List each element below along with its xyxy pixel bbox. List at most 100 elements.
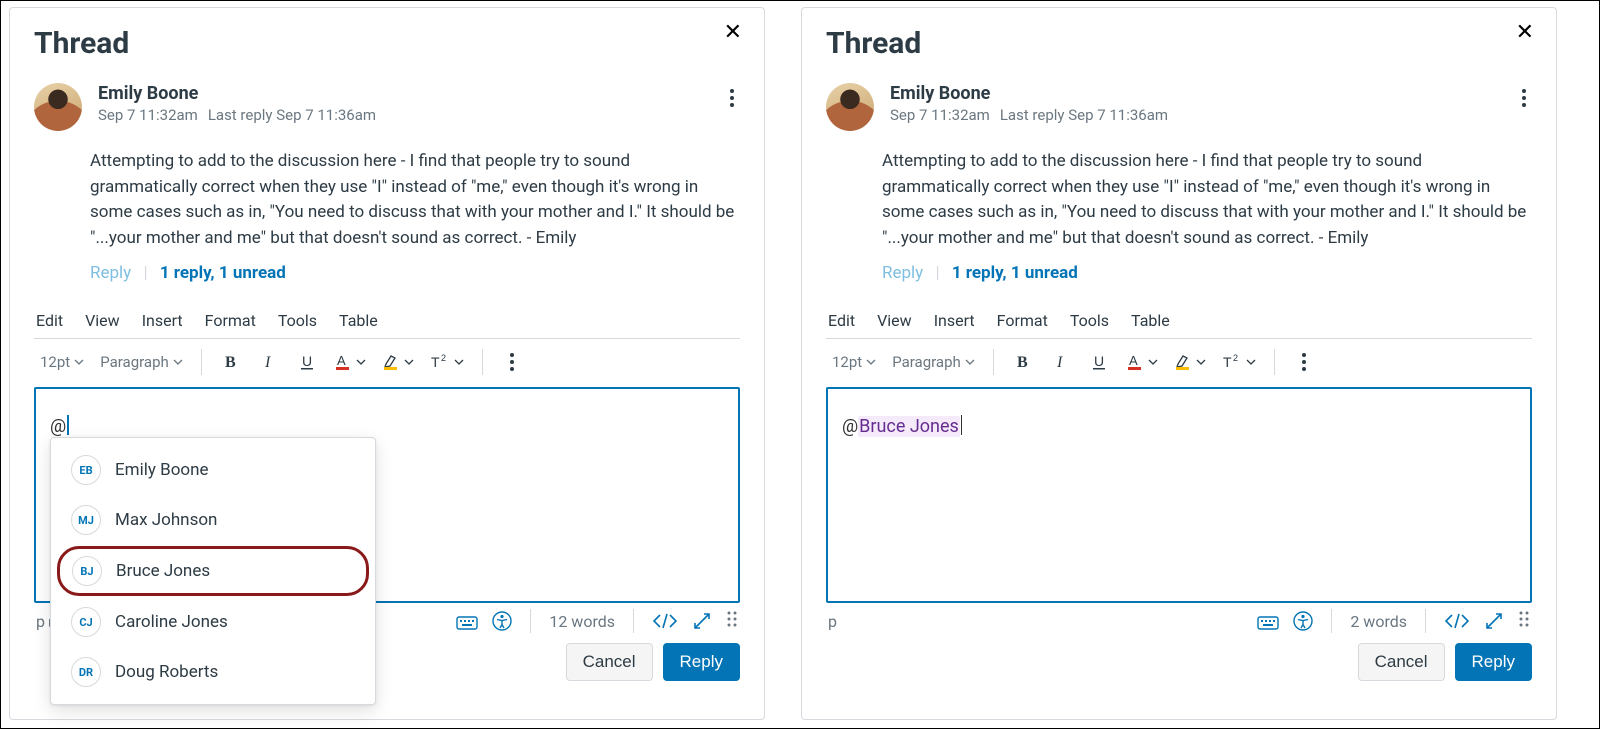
mention-option[interactable]: MJ Max Johnson: [57, 496, 369, 544]
rich-text-editor: Edit View Insert Format Tools Table 12pt…: [34, 309, 740, 681]
editor-toolbar: 12pt Paragraph B I U A T2: [34, 338, 740, 383]
menu-edit[interactable]: Edit: [36, 311, 63, 330]
menu-tools[interactable]: Tools: [278, 311, 317, 330]
chevron-down-icon: [1148, 357, 1158, 367]
keyboard-icon[interactable]: [1257, 612, 1279, 630]
reply-link[interactable]: Reply: [882, 263, 923, 283]
post-meta: Sep 7 11:32amLast reply Sep 7 11:36am: [98, 106, 708, 124]
italic-icon[interactable]: I: [1044, 345, 1078, 379]
more-options-icon[interactable]: [1516, 83, 1532, 131]
svg-text:I: I: [264, 354, 271, 371]
avatar[interactable]: [34, 83, 82, 131]
menu-tools[interactable]: Tools: [1070, 311, 1109, 330]
editor-content[interactable]: @ EB Emily Boone MJ Max Johnson BJ Bruce…: [34, 387, 740, 603]
svg-text:A: A: [1129, 353, 1138, 368]
editor-actions: Cancel Reply: [826, 643, 1532, 681]
chevron-down-icon: [1246, 357, 1256, 367]
block-format-select[interactable]: Paragraph: [886, 345, 981, 379]
accessibility-icon[interactable]: [1293, 611, 1313, 631]
mention-option-label: Bruce Jones: [116, 561, 210, 581]
editor-menubar: Edit View Insert Format Tools Table: [826, 309, 1532, 338]
chevron-down-icon: [1196, 357, 1206, 367]
reply-link[interactable]: Reply: [90, 263, 131, 283]
fullscreen-icon[interactable]: [692, 611, 712, 631]
superscript-icon[interactable]: T2: [424, 345, 470, 379]
text-caret: [67, 415, 69, 435]
reply-button[interactable]: Reply: [1455, 643, 1532, 681]
close-icon[interactable]: ✕: [1516, 22, 1534, 44]
thread-title: Thread: [34, 26, 746, 61]
superscript-icon[interactable]: T2: [1216, 345, 1262, 379]
menu-edit[interactable]: Edit: [828, 311, 855, 330]
menu-table[interactable]: Table: [339, 311, 378, 330]
text-color-icon[interactable]: A: [1120, 345, 1164, 379]
cancel-button[interactable]: Cancel: [566, 643, 653, 681]
bold-icon[interactable]: B: [1006, 345, 1040, 379]
word-count: 2 words: [1350, 612, 1407, 631]
menu-format[interactable]: Format: [997, 311, 1048, 330]
underline-icon[interactable]: U: [290, 345, 324, 379]
replies-summary-link[interactable]: 1 reply, 1 unread: [160, 263, 286, 283]
font-size-select[interactable]: 12pt: [34, 345, 90, 379]
html-editor-icon[interactable]: [652, 612, 678, 630]
more-toolbar-icon[interactable]: [495, 345, 529, 379]
post-timestamp: Sep 7 11:32am: [890, 106, 990, 124]
accessibility-icon[interactable]: [492, 611, 512, 631]
svg-text:U: U: [302, 353, 312, 369]
block-format-select[interactable]: Paragraph: [94, 345, 189, 379]
resize-handle-icon[interactable]: [726, 609, 738, 633]
chevron-down-icon: [404, 357, 414, 367]
mention-option[interactable]: CJ Caroline Jones: [57, 598, 369, 646]
highlight-color-icon[interactable]: [376, 345, 420, 379]
post: Emily Boone Sep 7 11:32amLast reply Sep …: [820, 83, 1538, 131]
menu-view[interactable]: View: [877, 311, 912, 330]
svg-text:U: U: [1094, 353, 1104, 369]
editor-raw-text: @: [50, 416, 66, 437]
text-color-icon[interactable]: A: [328, 345, 372, 379]
font-size-select[interactable]: 12pt: [826, 345, 882, 379]
replies-summary-link[interactable]: 1 reply, 1 unread: [952, 263, 1078, 283]
svg-text:2: 2: [1233, 353, 1238, 363]
mention-avatar: BJ: [72, 556, 102, 586]
mention-chip[interactable]: Bruce Jones: [858, 416, 960, 437]
menu-table[interactable]: Table: [1131, 311, 1170, 330]
mention-option[interactable]: EB Emily Boone: [57, 446, 369, 494]
post-timestamp: Sep 7 11:32am: [98, 106, 198, 124]
svg-text:T: T: [1223, 354, 1232, 370]
thread-pane-right: ✕ Thread Emily Boone Sep 7 11:32amLast r…: [801, 7, 1557, 720]
highlight-color-icon[interactable]: [1168, 345, 1212, 379]
more-toolbar-icon[interactable]: [1287, 345, 1321, 379]
editor-content[interactable]: @Bruce Jones: [826, 387, 1532, 603]
menu-format[interactable]: Format: [205, 311, 256, 330]
mention-option[interactable]: DR Doug Roberts: [57, 648, 369, 696]
more-options-icon[interactable]: [724, 83, 740, 131]
bold-icon[interactable]: B: [214, 345, 248, 379]
mention-option-label: Doug Roberts: [115, 662, 218, 682]
cancel-button[interactable]: Cancel: [1358, 643, 1445, 681]
post: Emily Boone Sep 7 11:32amLast reply Sep …: [28, 83, 746, 131]
avatar[interactable]: [826, 83, 874, 131]
rich-text-editor: Edit View Insert Format Tools Table 12pt…: [826, 309, 1532, 681]
italic-icon[interactable]: I: [252, 345, 286, 379]
svg-text:A: A: [337, 353, 346, 368]
mention-option-highlighted[interactable]: BJ Bruce Jones: [57, 546, 369, 596]
word-count: 12 words: [549, 612, 615, 631]
editor-at-prefix: @: [842, 416, 858, 437]
element-path[interactable]: p: [828, 612, 837, 631]
fullscreen-icon[interactable]: [1484, 611, 1504, 631]
reply-bar: Reply | 1 reply, 1 unread: [882, 263, 1532, 283]
close-icon[interactable]: ✕: [724, 22, 742, 44]
post-body: Attempting to add to the discussion here…: [882, 149, 1532, 251]
menu-insert[interactable]: Insert: [934, 311, 975, 330]
chevron-down-icon: [866, 357, 876, 367]
mention-avatar: DR: [71, 657, 101, 687]
reply-button[interactable]: Reply: [663, 643, 740, 681]
menu-view[interactable]: View: [85, 311, 120, 330]
menu-insert[interactable]: Insert: [142, 311, 183, 330]
editor-status-bar: p 2 words: [826, 603, 1532, 633]
underline-icon[interactable]: U: [1082, 345, 1116, 379]
keyboard-icon[interactable]: [456, 612, 478, 630]
resize-handle-icon[interactable]: [1518, 609, 1530, 633]
html-editor-icon[interactable]: [1444, 612, 1470, 630]
svg-text:2: 2: [441, 353, 446, 363]
